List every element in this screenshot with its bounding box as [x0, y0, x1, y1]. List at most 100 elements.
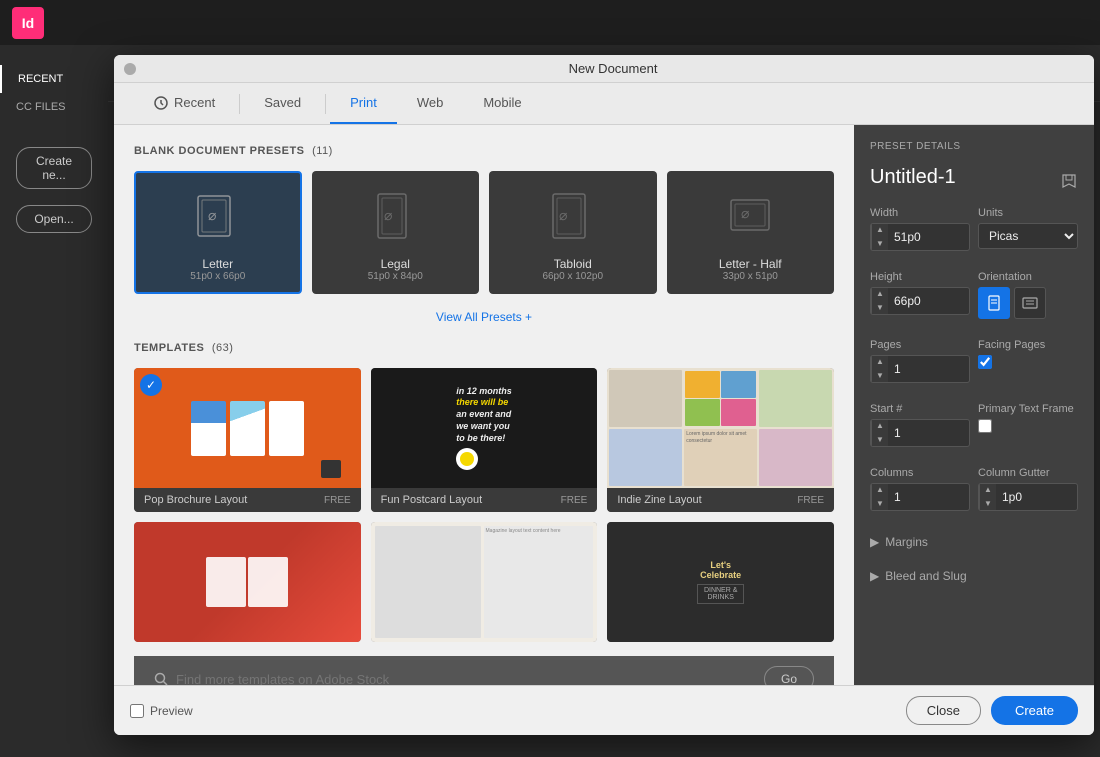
preset-icon-letter-half: ⌀ — [720, 189, 780, 249]
preset-letter[interactable]: ⌀ Letter 51p0 x 66p0 — [134, 171, 302, 294]
start-down-button[interactable]: ▼ — [872, 433, 888, 447]
close-button[interactable]: Close — [906, 696, 981, 725]
facing-pages-label: Facing Pages — [978, 339, 1078, 351]
create-document-button[interactable]: Create — [991, 696, 1078, 725]
bleed-collapsible[interactable]: ▶ Bleed and Slug — [870, 565, 1078, 587]
preset-icon-legal: ⌀ — [365, 189, 425, 249]
sidebar-item-recent[interactable]: RECENT — [0, 65, 108, 93]
width-up-button[interactable]: ▲ — [872, 223, 888, 237]
template-thumb-flowers — [134, 522, 361, 642]
template-name-pop-brochure: Pop Brochure Layout — [144, 494, 247, 506]
templates-grid-bottom: Magazine layout text content here Let'sC… — [134, 522, 834, 642]
column-gutter-input[interactable] — [996, 490, 1077, 504]
pages-up-button[interactable]: ▲ — [872, 355, 888, 369]
create-new-button[interactable]: Create ne... — [16, 147, 92, 189]
tab-print[interactable]: Print — [330, 83, 397, 124]
height-input[interactable] — [888, 294, 969, 308]
columns-up-button[interactable]: ▲ — [872, 483, 888, 497]
height-down-button[interactable]: ▼ — [872, 301, 888, 315]
tab-recent[interactable]: Recent — [134, 83, 235, 124]
template-badge-pop-brochure: FREE — [324, 495, 351, 506]
template-magazine[interactable]: Magazine layout text content here — [371, 522, 598, 642]
preset-letter-half[interactable]: ⌀ Letter - Half 33p0 x 51p0 — [667, 171, 835, 294]
template-name-fun-postcard: Fun Postcard Layout — [381, 494, 483, 506]
orientation-row — [978, 287, 1078, 319]
start-row: Start # ▲ ▼ Primary Tex — [870, 403, 1078, 447]
bleed-label: Bleed and Slug — [885, 569, 966, 583]
tab-web[interactable]: Web — [397, 83, 464, 124]
template-indie-zine[interactable]: Lorem ipsum dolor sit amet consectetur I… — [607, 368, 834, 512]
main-layout: RECENT CC FILES Create ne... Open... — [0, 45, 1100, 757]
template-celebration[interactable]: Let'sCelebrate DINNER &DRINKS — [607, 522, 834, 642]
zine-cell-1 — [609, 370, 682, 427]
gutter-stepper: ▲ ▼ — [979, 483, 996, 511]
landscape-button[interactable] — [1014, 287, 1046, 319]
template-flowers[interactable] — [134, 522, 361, 642]
column-gutter-group: Column Gutter ▲ ▼ — [978, 467, 1078, 511]
start-input[interactable] — [888, 426, 969, 440]
open-button[interactable]: Open... — [16, 205, 92, 233]
modal-footer: Preview Close Create — [114, 685, 1094, 735]
new-document-modal: New Document Recent Saved — [114, 55, 1094, 735]
template-pop-brochure[interactable]: ✓ Pop Brochure Layout FREE — [134, 368, 361, 512]
tab-separator-2 — [325, 94, 326, 114]
preview-label: Preview — [150, 704, 193, 718]
template-info-pop-brochure: Pop Brochure Layout FREE — [134, 488, 361, 512]
template-thumb-pop-brochure: ✓ — [134, 368, 361, 488]
preset-legal[interactable]: ⌀ Legal 51p0 x 84p0 — [312, 171, 480, 294]
start-up-button[interactable]: ▲ — [872, 419, 888, 433]
content-area: Sort Last opened New Document — [108, 45, 1100, 757]
primary-text-group: Primary Text Frame — [978, 403, 1078, 447]
orientation-label: Orientation — [978, 271, 1078, 283]
indie-zine-visual: Lorem ipsum dolor sit amet consectetur — [607, 368, 834, 488]
width-down-button[interactable]: ▼ — [872, 237, 888, 251]
blank-presets-title: BLANK DOCUMENT PRESETS (11) — [134, 145, 834, 157]
tab-saved[interactable]: Saved — [244, 83, 321, 124]
top-bar: Id — [0, 0, 1100, 45]
template-badge-fun-postcard: FREE — [561, 495, 588, 506]
modal-title: New Document — [142, 61, 1084, 76]
pages-stepper: ▲ ▼ — [871, 355, 888, 383]
presets-grid: ⌀ Letter 51p0 x 66p0 — [134, 171, 834, 294]
margins-collapsible[interactable]: ▶ Margins — [870, 531, 1078, 553]
columns-input[interactable] — [888, 490, 969, 504]
template-thumb-indie-zine: Lorem ipsum dolor sit amet consectetur — [607, 368, 834, 488]
preset-title-row — [870, 166, 1078, 195]
portrait-button[interactable] — [978, 287, 1010, 319]
gutter-down-button[interactable]: ▼ — [980, 497, 996, 511]
width-input[interactable] — [888, 230, 969, 244]
preview-checkbox[interactable] — [130, 704, 144, 718]
template-thumb-celebration: Let'sCelebrate DINNER &DRINKS — [607, 522, 834, 642]
primary-text-label: Primary Text Frame — [978, 403, 1078, 415]
tab-mobile[interactable]: Mobile — [463, 83, 541, 124]
start-group: Start # ▲ ▼ — [870, 403, 970, 447]
pages-input-wrap: ▲ ▼ — [870, 355, 970, 383]
preset-tabloid[interactable]: ⌀ Tabloid 66p0 x 102p0 — [489, 171, 657, 294]
template-badge-indie-zine: FREE — [797, 495, 824, 506]
height-label: Height — [870, 271, 970, 283]
preset-size-letter: 51p0 x 66p0 — [190, 271, 245, 282]
search-input[interactable] — [176, 672, 754, 686]
width-group: Width ▲ ▼ — [870, 207, 970, 251]
template-fun-postcard[interactable]: in 12 months there will be an event and … — [371, 368, 598, 512]
units-select[interactable]: Picas Inches Millimeters Centimeters Poi… — [978, 223, 1078, 249]
pages-input[interactable] — [888, 362, 969, 376]
pages-down-button[interactable]: ▼ — [872, 369, 888, 383]
postcard-circle — [456, 448, 478, 470]
primary-text-checkbox[interactable] — [978, 419, 992, 433]
columns-down-button[interactable]: ▼ — [872, 497, 888, 511]
sidebar-item-cc-files[interactable]: CC FILES — [0, 93, 108, 121]
preset-name-letter-half: Letter - Half — [719, 257, 782, 271]
facing-pages-checkbox[interactable] — [978, 355, 992, 369]
units-group: Units Picas Inches Millimeters Centimete… — [978, 207, 1078, 251]
go-button[interactable]: Go — [764, 666, 814, 685]
preset-name-input[interactable] — [870, 166, 1060, 189]
zine-cell-6 — [759, 429, 832, 486]
columns-group: Columns ▲ ▼ — [870, 467, 970, 511]
preset-size-legal: 51p0 x 84p0 — [368, 271, 423, 282]
save-preset-icon[interactable] — [1060, 172, 1078, 190]
gutter-up-button[interactable]: ▲ — [980, 483, 996, 497]
sidebar: RECENT CC FILES Create ne... Open... — [0, 45, 108, 757]
height-up-button[interactable]: ▲ — [872, 287, 888, 301]
view-all-presets[interactable]: View All Presets + — [134, 310, 834, 324]
